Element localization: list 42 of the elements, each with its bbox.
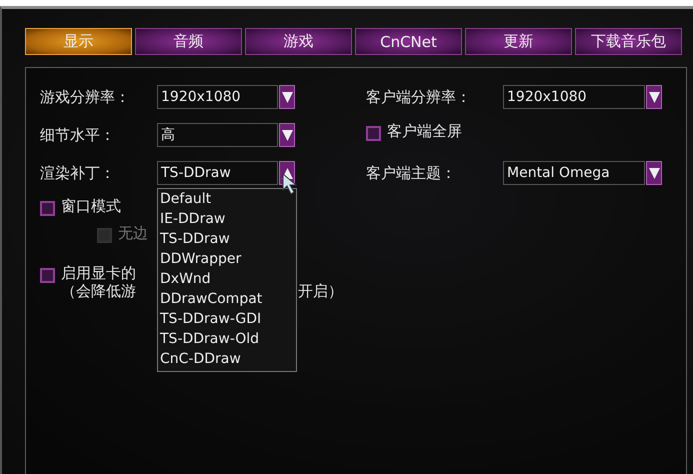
dropdown-option[interactable]: DDWrapper bbox=[160, 249, 296, 269]
dropdown-option[interactable]: TS-DDraw bbox=[160, 229, 296, 249]
tab[interactable]: 下载音乐包 bbox=[575, 28, 682, 55]
note-text: （会降低游 bbox=[61, 283, 136, 299]
dropdown-field[interactable]: 1920x1080 bbox=[503, 85, 645, 109]
checkbox-label: 无边 bbox=[118, 224, 148, 243]
checkbox[interactable] bbox=[40, 268, 55, 283]
dropdown-field[interactable]: Mental Omega bbox=[503, 161, 645, 185]
checkbox[interactable] bbox=[40, 201, 55, 216]
dropdown-option[interactable]: TS-DDraw-Old bbox=[160, 329, 296, 349]
dropdown-option[interactable]: TS-DDraw-GDI bbox=[160, 309, 296, 329]
dropdown-field[interactable]: 1920x1080 bbox=[157, 85, 278, 109]
dropdown-field[interactable]: TS-DDraw bbox=[157, 161, 278, 185]
dropdown-arrow-button[interactable] bbox=[279, 123, 295, 147]
setting-label: 细节水平： bbox=[40, 126, 116, 144]
setting-label: 渲染补丁： bbox=[40, 164, 116, 182]
tab[interactable]: 音频 bbox=[135, 28, 242, 55]
setting-label: 游戏分辨率： bbox=[40, 88, 131, 106]
dropdown-option[interactable]: DDrawCompat bbox=[160, 289, 296, 309]
setting-label: 客户端主题： bbox=[366, 164, 457, 182]
tab[interactable]: 更新 bbox=[465, 28, 572, 55]
checkbox-label: 窗口模式 bbox=[61, 197, 121, 216]
dropdown-option[interactable]: DxWnd bbox=[160, 269, 296, 289]
mouse-cursor-icon bbox=[282, 173, 297, 195]
dropdown-option[interactable]: IE-DDraw bbox=[160, 209, 296, 229]
checkbox-label: 启用显卡的 bbox=[61, 264, 136, 283]
checkbox[interactable] bbox=[366, 126, 381, 141]
dropdown-arrow-button[interactable] bbox=[646, 85, 662, 109]
triangle-icon bbox=[648, 90, 660, 104]
dropdown-arrow-button[interactable] bbox=[646, 161, 662, 185]
dropdown-arrow-button[interactable] bbox=[279, 85, 295, 109]
dropdown-option[interactable]: CnC-DDraw bbox=[160, 349, 296, 369]
tab[interactable]: 游戏 bbox=[245, 28, 352, 55]
triangle-icon bbox=[648, 166, 660, 180]
dropdown-option[interactable]: Default bbox=[160, 189, 296, 209]
setting-label: 客户端分辨率： bbox=[366, 88, 472, 106]
checkbox-label: 客户端全屏 bbox=[387, 122, 462, 141]
dropdown-field[interactable]: 高 bbox=[157, 123, 278, 147]
note-text: 开启） bbox=[298, 283, 343, 299]
triangle-icon bbox=[280, 90, 294, 104]
tab[interactable]: CnCNet bbox=[355, 28, 462, 55]
triangle-icon bbox=[280, 128, 294, 142]
